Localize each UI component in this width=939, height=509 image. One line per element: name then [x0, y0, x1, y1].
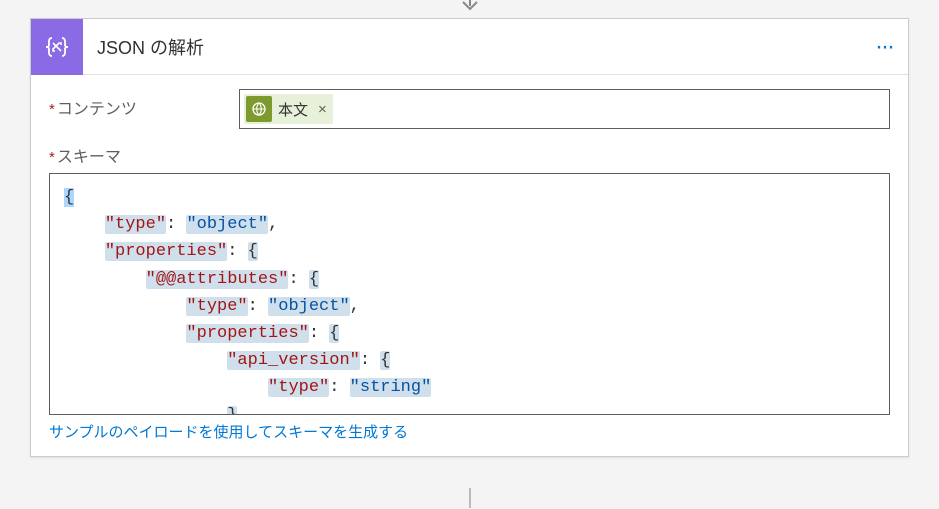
required-mark: *: [49, 149, 55, 166]
schema-label: スキーマ: [57, 143, 121, 167]
schema-field-block: * スキーマ { "type": "object", "properties":…: [49, 143, 890, 442]
token-remove-button[interactable]: ×: [318, 101, 327, 118]
action-card: JSON の解析 ··· * コンテンツ 本文 × *: [30, 18, 909, 457]
generate-schema-link[interactable]: サンプルのペイロードを使用してスキーマを生成する: [49, 421, 408, 442]
content-token[interactable]: 本文 ×: [244, 94, 333, 124]
card-header: JSON の解析 ···: [31, 19, 908, 75]
globe-icon: [246, 96, 272, 122]
required-mark: *: [49, 101, 55, 118]
card-body: * コンテンツ 本文 × * スキーマ { "type": "object", …: [31, 75, 908, 456]
content-field-row: * コンテンツ 本文 ×: [49, 89, 890, 129]
flow-arrow-down-icon: [459, 0, 481, 19]
content-label: コンテンツ: [57, 95, 137, 119]
more-menu-button[interactable]: ···: [860, 33, 908, 61]
ellipsis-icon: ···: [875, 33, 893, 61]
flow-connector-line: [469, 488, 471, 508]
schema-label-wrap: * スキーマ: [49, 143, 890, 167]
json-parse-icon: [31, 19, 83, 75]
token-label: 本文: [278, 99, 308, 120]
schema-code-editor[interactable]: { "type": "object", "properties": { "@@a…: [49, 173, 890, 415]
content-input[interactable]: 本文 ×: [239, 89, 890, 129]
card-title: JSON の解析: [83, 34, 860, 60]
content-label-wrap: * コンテンツ: [49, 89, 231, 119]
